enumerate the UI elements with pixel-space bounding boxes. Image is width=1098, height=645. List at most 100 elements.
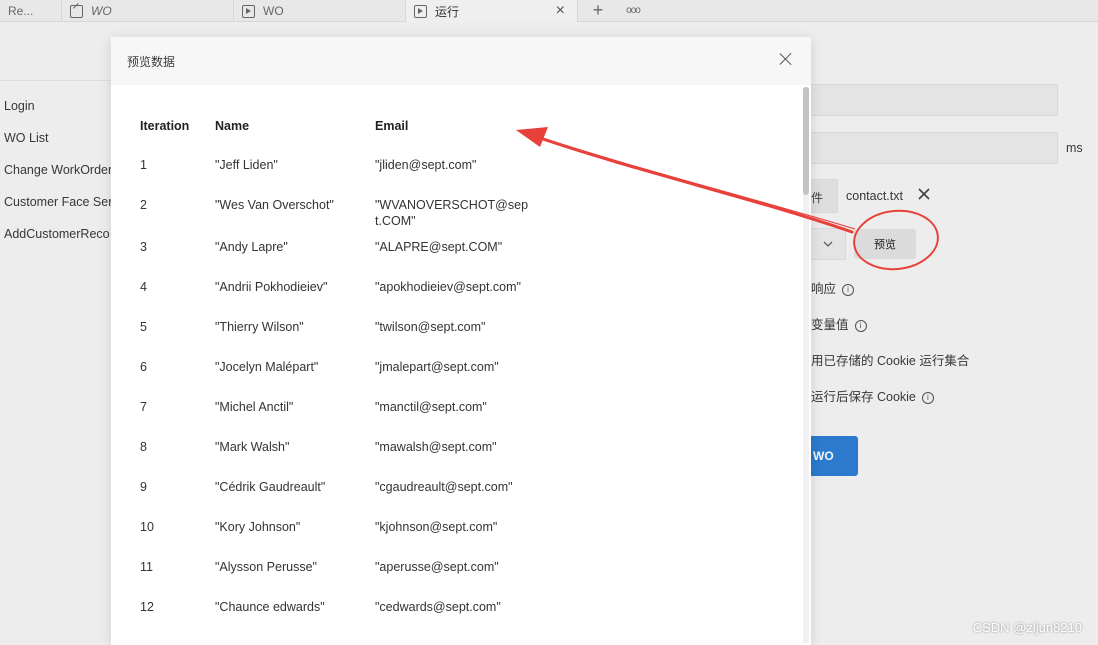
table-row: 8 "Mark Walsh" "mawalsh@sept.com" [140,429,530,469]
cell-iteration: 2 [140,198,147,212]
cell-name: "Thierry Wilson" [215,320,304,334]
request-item-wo-list[interactable]: WO List [0,129,111,161]
table-row: 6 "Jocelyn Malépart" "jmalepart@sept.com" [140,349,530,389]
option-save-responses[interactable]: 响应 i [811,278,855,297]
cell-iteration: 10 [140,520,154,534]
preview-button[interactable]: 预览 [854,229,916,259]
option-label: 响应 [811,282,837,296]
tab-requests[interactable]: Re... [0,0,62,22]
cell-email: "mawalsh@sept.com" [375,440,497,454]
select-file-button[interactable]: 件 [811,179,838,213]
column-header-iteration: Iteration [140,119,190,133]
cell-name: "Jocelyn Malépart" [215,360,319,374]
cell-email: "twilson@sept.com" [375,320,486,334]
add-tab-button[interactable]: + [578,0,618,21]
cell-name: "Jeff Liden" [215,158,278,172]
cell-email: "cedwards@sept.com" [375,600,501,614]
cell-name: "Cédrik Gaudreault" [215,480,326,494]
play-icon [414,4,427,18]
file-type-select[interactable] [811,228,846,260]
scrollbar-thumb[interactable] [803,87,809,195]
tab-wo-doc[interactable]: WO [62,0,234,22]
table-row: 11 "Alysson Perusse" "aperusse@sept.com" [140,549,530,589]
table-row: 4 "Andrii Pokhodieiev" "apokhodieiev@sept.… [140,269,530,309]
request-list: Login WO List Change WorkOrder Customer … [0,80,111,257]
delay-input[interactable] [811,132,1058,164]
cell-name: "Kory Johnson" [215,520,301,534]
table-row: 7 "Michel Anctil" "manctil@sept.com" [140,389,530,429]
table-row: 3 "Andy Lapre" "ALAPRE@sept.COM" [140,229,530,269]
select-file-label: 件 [811,191,824,205]
cell-email: "ALAPRE@sept.COM" [375,240,503,254]
request-item-change-workorder[interactable]: Change WorkOrder [0,161,111,193]
iterations-input[interactable] [811,84,1058,116]
modal-title: 预览数据 [127,54,176,69]
cell-email: "kjohnson@sept.com" [375,520,498,534]
table-row: 1 "Jeff Liden" "jliden@sept.com" [140,147,530,187]
cell-iteration: 8 [140,440,147,454]
cell-email: "aperusse@sept.com" [375,560,499,574]
request-item-add-customer[interactable]: AddCustomerReco [0,225,111,257]
cell-name: "Wes Van Overschot" [215,198,334,212]
tab-bar: Re... WO WO 运行 × + ooo [0,0,1098,22]
table-row: 2 "Wes Van Overschot" "WVANOVERSCHOT@sept.… [140,187,530,229]
cell-iteration: 11 [140,560,153,574]
close-icon[interactable]: × [556,2,565,20]
data-file-name: contact.txt [846,189,903,203]
cell-email: "apokhodieiev@sept.com" [375,280,521,294]
cell-iteration: 5 [140,320,147,334]
column-header-name: Name [215,119,250,133]
cell-email: "cgaudreault@sept.com" [375,480,513,494]
more-icon[interactable]: ooo [618,0,648,21]
table-row: 10 "Kory Johnson" "kjohnson@sept.com" [140,509,530,549]
run-button[interactable]: WO [811,436,858,476]
option-keep-variables[interactable]: 变量值 i [811,314,867,333]
tab-label: WO [91,4,112,18]
table-row: 9 "Cédrik Gaudreault" "cgaudreault@sept.co… [140,469,530,509]
info-icon: i [854,319,867,332]
cell-iteration: 12 [140,600,154,614]
request-item-customer-face[interactable]: Customer Face Ser [0,193,111,225]
cell-iteration: 1 [140,158,147,172]
doc-icon [70,4,83,18]
option-label: 运行后保存 Cookie [811,390,916,404]
cell-name: "Chaunce edwards" [215,600,325,614]
modal-scrollbar[interactable] [803,87,809,643]
tab-wo-run[interactable]: WO [234,0,406,22]
close-icon[interactable] [779,52,793,66]
column-header-email: Email [375,119,409,133]
delay-unit: ms [1066,141,1083,155]
option-save-cookies[interactable]: 运行后保存 Cookie i [811,386,934,405]
cell-name: "Andrii Pokhodieiev" [215,280,328,294]
preview-data-modal: 预览数据 Iteration Name Email 1 "Jeff Liden" "… [111,37,811,645]
preview-table: Iteration Name Email 1 "Jeff Liden" "jlide… [140,107,530,629]
tab-label: 运行 [435,4,460,19]
cell-email: "WVANOVERSCHOT@sept.COM" [375,198,529,228]
cell-iteration: 9 [140,480,147,494]
remove-file-icon[interactable] [916,186,932,202]
play-icon [242,4,255,18]
cell-iteration: 7 [140,400,147,414]
tab-label: Re... [8,4,34,18]
cell-email: "manctil@sept.com" [375,400,487,414]
cell-iteration: 4 [140,280,147,294]
watermark: CSDN @zljun8210 [972,620,1082,635]
request-item-login[interactable]: Login [0,97,111,129]
cell-name: "Michel Anctil" [215,400,294,414]
table-row: 12 "Chaunce edwards" "cedwards@sept.com" [140,589,530,629]
cell-iteration: 3 [140,240,147,254]
tab-runner[interactable]: 运行 × [406,0,578,22]
cell-name: "Andy Lapre" [215,240,288,254]
chevron-down-icon [823,241,833,247]
table-row: 5 "Thierry Wilson" "twilson@sept.com" [140,309,530,349]
cell-name: "Alysson Perusse" [215,560,317,574]
table-header-row: Iteration Name Email [140,107,530,147]
cell-iteration: 6 [140,360,147,374]
cell-name: "Mark Walsh" [215,440,290,454]
cell-email: "jliden@sept.com" [375,158,477,172]
info-icon: i [842,283,855,296]
option-label: 变量值 [811,318,849,332]
modal-header: 预览数据 [111,37,811,85]
info-icon: i [921,391,934,404]
option-use-cookies[interactable]: 用已存储的 Cookie 运行集合 [811,350,969,369]
